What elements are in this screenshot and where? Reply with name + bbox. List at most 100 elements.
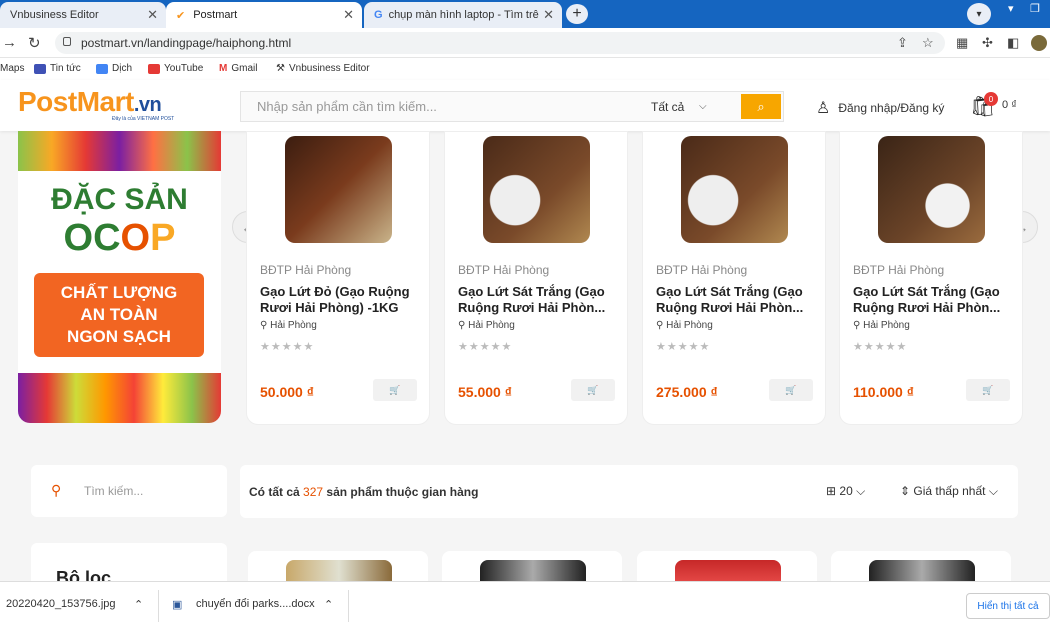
banner-slogan-box: CHẤT LƯỢNG AN TOÀN NGON SẠCH [34, 273, 204, 357]
bookmark-label: Vnbusiness Editor [288, 63, 370, 74]
product-seller: BĐTP Hải Phòng [458, 263, 550, 277]
bookmark-tintuc[interactable]: Tin tức [34, 63, 81, 74]
bookmark-label: YouTube [164, 63, 204, 74]
search-input[interactable]: Nhập sản phẩm cần tìm kiếm... [257, 99, 437, 114]
youtube-icon [148, 63, 160, 74]
download-bar: 20220420_153756.jpg ⌃ ▣ chuyển đổi parks… [0, 581, 1050, 630]
tab-vnbusiness[interactable]: Vnbusiness Editor ✕ [0, 2, 166, 28]
chevron-up-icon[interactable]: ⌃ [324, 598, 333, 611]
product-name[interactable]: Gạo Lứt Đỏ (Gạo Ruộng Rươi Hải Phòng) -1… [260, 284, 420, 316]
bookmark-dich[interactable]: Dịch [96, 63, 132, 74]
product-name[interactable]: Gạo Lứt Sát Trắng (Gạo Ruộng Rươi Hải Ph… [656, 284, 816, 316]
search-icon[interactable]: ⚲ [51, 482, 61, 499]
product-seller: BĐTP Hải Phòng [656, 263, 748, 277]
news-icon [34, 63, 46, 74]
product-image[interactable] [285, 136, 392, 243]
download-item[interactable]: 20220420_153756.jpg [6, 598, 116, 610]
chevron-down-icon: ⌵ [856, 484, 866, 498]
rating-stars: ★★★★★ [458, 341, 513, 353]
google-icon: G [374, 9, 383, 21]
bookmark-maps[interactable]: Maps [0, 63, 24, 74]
side-panel-icon[interactable]: ◧ [1007, 35, 1019, 51]
tab-search-button[interactable]: ▾ [967, 3, 991, 25]
logo-post: Post [18, 86, 77, 117]
product-seller: BĐTP Hải Phòng [260, 263, 352, 277]
chevron-up-icon[interactable]: ⌃ [134, 598, 143, 611]
minimize-icon[interactable]: ▾ [1008, 2, 1014, 15]
bookmark-label: Tin tức [50, 63, 81, 74]
product-name[interactable]: Gạo Lứt Sát Trắng (Gạo Ruộng Rươi Hải Ph… [853, 284, 1013, 316]
product-card[interactable]: BĐTP Hải Phòng Gạo Lứt Sát Trắng (Gạo Ru… [642, 131, 826, 425]
divider [348, 590, 349, 622]
per-page-select[interactable]: ⊞ 20 ⌵ [826, 484, 865, 499]
restore-icon[interactable]: ❐ [1030, 2, 1040, 15]
puzzle-icon[interactable]: ✣ [982, 35, 993, 51]
product-card[interactable]: BĐTP Hải Phòng Gạo Lứt Đỏ (Gạo Ruộng Rươ… [246, 131, 430, 425]
sort-select[interactable]: ⇕ Giá thấp nhất ⌵ [900, 484, 998, 499]
bookmark-gmail[interactable]: M Gmail [219, 63, 257, 74]
close-icon[interactable]: ✕ [343, 7, 354, 23]
tool-icon: ⚒ [276, 63, 285, 74]
product-price: 55.000 ₫ [458, 384, 512, 400]
rating-stars: ★★★★★ [656, 341, 711, 353]
postmart-logo[interactable]: PostMart.vn [18, 86, 162, 118]
cart-count-badge: 0 [984, 92, 998, 106]
sort-value: Giá thấp nhất [913, 484, 986, 498]
show-all-downloads-button[interactable]: Hiển thị tất cả [966, 593, 1050, 619]
share-icon[interactable]: ⇪ [897, 35, 908, 51]
lock-icon[interactable] [63, 37, 71, 46]
reload-icon[interactable]: ↻ [28, 34, 41, 52]
count-suffix: sản phẩm thuộc gian hàng [326, 485, 479, 499]
translate-icon [96, 63, 108, 74]
shop-search-input[interactable]: Tìm kiếm... [84, 484, 143, 498]
product-image[interactable] [878, 136, 985, 243]
url-input[interactable]: postmart.vn/landingpage/haiphong.html [55, 32, 945, 54]
address-bar-row: → ↻ postmart.vn/landingpage/haiphong.htm… [0, 28, 1050, 58]
cart-button[interactable]: 🛍 0 0 ₫ [970, 92, 1017, 119]
per-page-value: 20 [839, 484, 853, 498]
add-to-cart-button[interactable]: 🛒 [373, 379, 417, 401]
product-price: 110.000 ₫ [853, 384, 914, 400]
bookmark-youtube[interactable]: YouTube [148, 63, 203, 74]
bookmark-vnbusiness[interactable]: ⚒ Vnbusiness Editor [276, 63, 370, 74]
fruit-decoration [18, 131, 221, 171]
new-tab-button[interactable]: + [566, 4, 588, 24]
location-label: Hải Phòng [666, 320, 713, 331]
product-card[interactable]: BĐTP Hải Phòng Gạo Lứt Sát Trắng (Gạo Ru… [444, 131, 628, 425]
download-item[interactable]: chuyển đổi parks....docx [196, 598, 315, 610]
login-link[interactable]: ♙ Đăng nhập/Đăng ký [816, 98, 944, 118]
site-header: PostMart.vn Đây là của VIETNAM POST Nhập… [0, 80, 1050, 131]
logo-tagline: Đây là của VIETNAM POST [112, 116, 175, 122]
count-number: 327 [303, 485, 324, 499]
bookmark-star-icon[interactable]: ☆ [922, 35, 934, 51]
location-pin-icon: ⚲ [260, 320, 271, 331]
divider [158, 590, 159, 622]
product-image[interactable] [483, 136, 590, 243]
search-icon: ⌕ [757, 98, 765, 114]
postmart-favicon-icon: ✔ [176, 9, 186, 22]
extension-icon[interactable]: ▦ [956, 35, 968, 51]
chevron-down-icon[interactable]: ⌵ [699, 101, 707, 112]
product-image[interactable] [681, 136, 788, 243]
word-doc-icon: ▣ [172, 599, 183, 611]
tab-google-search[interactable]: G chụp màn hình laptop - Tìm trên ✕ [364, 2, 562, 28]
product-price: 275.000 ₫ [656, 384, 718, 400]
add-to-cart-button[interactable]: 🛒 [571, 379, 615, 401]
avatar[interactable] [1031, 35, 1047, 51]
close-icon[interactable]: ✕ [543, 7, 554, 23]
close-icon[interactable]: ✕ [147, 7, 158, 23]
ocop-banner[interactable]: ĐẶC SẢN OCOP CHẤT LƯỢNG AN TOÀN NGON SẠC… [18, 131, 221, 423]
ocop-oc: OC [63, 217, 121, 259]
location-label: Hải Phòng [468, 320, 515, 331]
search-button[interactable]: ⌕ [741, 94, 781, 119]
forward-icon[interactable]: → [2, 34, 17, 51]
product-card[interactable]: BĐTP Hải Phòng Gạo Lứt Sát Trắng (Gạo Ru… [839, 131, 1023, 425]
add-to-cart-button[interactable]: 🛒 [769, 379, 813, 401]
add-to-cart-button[interactable]: 🛒 [966, 379, 1010, 401]
category-select[interactable]: Tất cả [651, 100, 684, 114]
tab-postmart[interactable]: ✔ Postmart ✕ [166, 2, 362, 28]
logo-mart: Mart [76, 86, 135, 117]
product-name[interactable]: Gạo Lứt Sát Trắng (Gạo Ruộng Rươi Hải Ph… [458, 284, 618, 316]
user-icon: ♙ [816, 100, 831, 117]
bookmark-label: Maps [0, 63, 25, 74]
